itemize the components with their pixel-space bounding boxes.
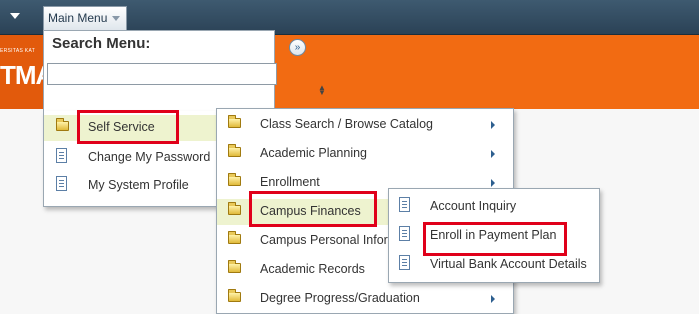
document-icon [399, 197, 410, 212]
highlight-box-self-service [77, 110, 179, 144]
menu-item-label: Enrollment [260, 175, 320, 189]
document-icon [56, 148, 67, 163]
search-menu-input[interactable] [47, 63, 277, 85]
chevron-right-icon [491, 121, 495, 129]
menu-item-label: Virtual Bank Account Details [430, 257, 587, 271]
menu-item-label: Change My Password [88, 150, 211, 164]
folder-icon [228, 231, 241, 244]
menu-item-label: Campus Personal Infori [260, 233, 391, 247]
chevron-down-icon [112, 16, 120, 21]
search-menu-title: Search Menu: [52, 35, 151, 52]
folder-icon [228, 115, 241, 128]
menu-item-label: Account Inquiry [430, 199, 517, 213]
logo-small-text: ERSITAS KAT [0, 48, 36, 54]
document-icon [56, 176, 67, 191]
chevron-right-icon [491, 179, 495, 187]
document-icon [399, 226, 410, 241]
main-menu-dropdown: Search Menu: [43, 30, 277, 111]
menu-item-label: My System Profile [88, 178, 189, 192]
menu-item-class-search[interactable]: Class Search / Browse Catalog [217, 112, 513, 138]
menu-item-label: Degree Progress/Graduation [260, 291, 420, 305]
folder-icon [228, 202, 241, 215]
folder-icon [228, 173, 241, 186]
search-go-button[interactable]: » [289, 39, 306, 56]
menu-item-account-inquiry[interactable]: Account Inquiry [389, 194, 599, 220]
menu-item-label: Academic Records [260, 262, 365, 276]
main-menu-button[interactable]: Main Menu [43, 6, 127, 30]
menu-item-system-profile[interactable]: My System Profile [44, 173, 216, 199]
scroll-arrows-icon[interactable]: ▲ ▼ [318, 84, 326, 97]
folder-icon [228, 260, 241, 273]
folder-icon [56, 118, 69, 131]
highlight-box-campus-finances [249, 191, 377, 227]
main-menu-label: Main Menu [48, 11, 108, 25]
document-icon [399, 255, 410, 270]
folder-icon [228, 289, 241, 302]
menu-item-label: Class Search / Browse Catalog [260, 117, 433, 131]
chevron-right-icon [491, 150, 495, 158]
highlight-box-enroll-payment-plan [423, 222, 567, 256]
collapse-arrow-icon[interactable] [10, 13, 20, 19]
menu-item-academic-planning[interactable]: Academic Planning [217, 141, 513, 167]
menu-item-label: Academic Planning [260, 146, 368, 160]
menu-item-degree-progress[interactable]: Degree Progress/Graduation [217, 286, 513, 312]
folder-icon [228, 144, 241, 157]
menu-item-change-password[interactable]: Change My Password [44, 145, 216, 171]
chevron-right-icon [491, 295, 495, 303]
